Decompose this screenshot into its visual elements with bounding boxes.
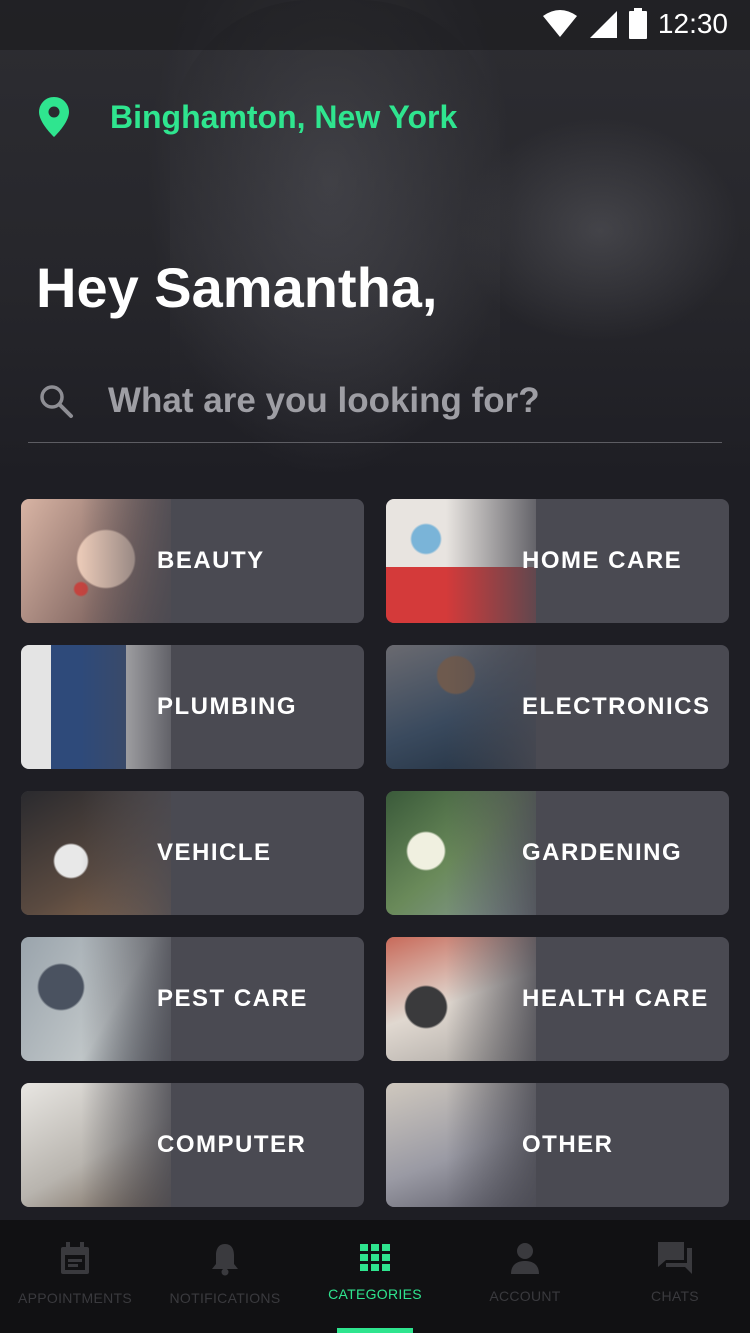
battery-icon <box>628 8 647 39</box>
category-card-other[interactable]: OTHER <box>386 1083 729 1207</box>
location-pin-icon <box>39 97 69 137</box>
nav-label: CHATS <box>651 1288 699 1304</box>
status-bar: 12:30 <box>0 0 750 50</box>
greeting-title: Hey Samantha, <box>36 256 438 319</box>
category-label: GARDENING <box>522 839 683 866</box>
category-card-plumbing[interactable]: PLUMBING <box>21 645 364 769</box>
signal-icon <box>589 11 617 38</box>
category-card-gardening[interactable]: GARDENING <box>386 791 729 915</box>
category-label: PEST CARE <box>157 985 308 1012</box>
nav-label: ACCOUNT <box>489 1288 561 1304</box>
category-card-computer[interactable]: COMPUTER <box>21 1083 364 1207</box>
nav-label: APPOINTMENTS <box>17 1290 133 1306</box>
bell-icon <box>212 1244 238 1276</box>
search-icon <box>36 381 76 421</box>
chat-icon <box>658 1242 692 1274</box>
category-card-pest-care[interactable]: PEST CARE <box>21 937 364 1061</box>
nav-item-account[interactable]: ACCOUNT <box>450 1220 600 1333</box>
category-label: OTHER <box>522 1131 614 1158</box>
category-label: PLUMBING <box>157 693 297 720</box>
location-selector[interactable]: Binghamton, New York <box>38 96 457 138</box>
hero-photo-figure <box>170 0 500 420</box>
category-grid: BEAUTY HOME CARE PLUMBING ELECTRONICS VE… <box>21 499 729 1207</box>
category-card-electronics[interactable]: ELECTRONICS <box>386 645 729 769</box>
calendar-icon <box>61 1242 89 1274</box>
category-label: COMPUTER <box>157 1131 307 1158</box>
status-time: 12:30 <box>657 8 728 39</box>
nav-label: NOTIFICATIONS <box>169 1290 281 1306</box>
location-text: Binghamton, New York <box>110 98 458 135</box>
wifi-icon <box>542 10 577 37</box>
category-label: HEALTH CARE <box>522 985 709 1012</box>
nav-item-notifications[interactable]: NOTIFICATIONS <box>150 1220 300 1333</box>
category-card-health-care[interactable]: HEALTH CARE <box>386 937 729 1061</box>
category-label: BEAUTY <box>157 547 265 574</box>
category-label: ELECTRONICS <box>522 693 711 720</box>
search-bar[interactable] <box>28 360 722 443</box>
category-label: VEHICLE <box>157 839 272 866</box>
grid-icon <box>360 1244 390 1271</box>
nav-label: CATEGORIES <box>328 1286 422 1302</box>
nav-item-appointments[interactable]: APPOINTMENTS <box>0 1220 150 1333</box>
nav-item-categories[interactable]: CATEGORIES <box>300 1220 450 1333</box>
nav-item-chats[interactable]: CHATS <box>600 1220 750 1333</box>
person-icon <box>511 1243 539 1274</box>
category-card-beauty[interactable]: BEAUTY <box>21 499 364 623</box>
category-label: HOME CARE <box>522 547 683 574</box>
search-input[interactable] <box>108 381 668 421</box>
bottom-navigation: APPOINTMENTS NOTIFICATIONS CATEGORIES AC… <box>0 1220 750 1333</box>
active-tab-indicator <box>337 1328 413 1333</box>
category-card-vehicle[interactable]: VEHICLE <box>21 791 364 915</box>
category-card-home-care[interactable]: HOME CARE <box>386 499 729 623</box>
